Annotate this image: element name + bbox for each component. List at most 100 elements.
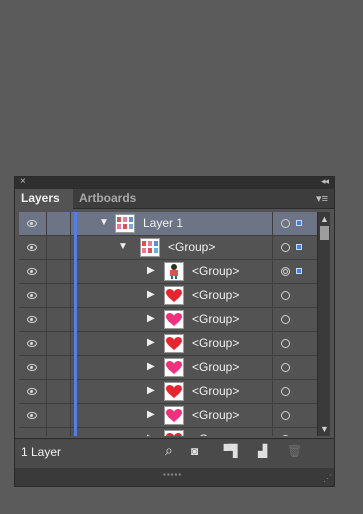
- target-circle-icon[interactable]: [281, 267, 290, 276]
- target-cell[interactable]: [272, 404, 317, 427]
- panel-menu-icon[interactable]: ▾≡: [316, 192, 328, 205]
- visibility-toggle[interactable]: [19, 284, 47, 307]
- target-cell[interactable]: [272, 212, 317, 235]
- layer-name[interactable]: <Group>: [192, 336, 239, 350]
- target-cell[interactable]: [272, 260, 317, 283]
- expand-right-icon[interactable]: ▶: [147, 313, 155, 324]
- target-cell[interactable]: [272, 284, 317, 307]
- lock-toggle[interactable]: [47, 332, 71, 355]
- layer-count: 1 Layer: [21, 445, 62, 459]
- layer-color-bar: [74, 356, 77, 380]
- layer-row[interactable]: ▶ <Group>: [19, 380, 317, 404]
- lock-toggle[interactable]: [47, 260, 71, 283]
- create-sublayer-icon[interactable]: ▝▜: [219, 444, 237, 458]
- vertical-scrollbar[interactable]: ▲ ▼: [317, 212, 330, 436]
- heart-shape: [166, 409, 182, 422]
- layer-name[interactable]: <Group>: [192, 360, 239, 374]
- selection-indicator-icon[interactable]: [296, 268, 302, 274]
- layer-name[interactable]: <Group>: [168, 240, 215, 254]
- expand-right-icon[interactable]: ▶: [147, 361, 155, 372]
- panel-resize-grip[interactable]: ▪▪▪▪▪ ⋰: [15, 468, 334, 486]
- target-cell[interactable]: [272, 356, 317, 379]
- layer-name[interactable]: <Group>: [192, 264, 239, 278]
- layer-color-bar: [74, 236, 77, 260]
- lock-toggle[interactable]: [47, 404, 71, 427]
- eye-icon: [27, 388, 37, 395]
- scroll-up-icon[interactable]: ▲: [320, 214, 329, 224]
- expand-right-icon[interactable]: ▶: [147, 337, 155, 348]
- layer-name[interactable]: Layer 1: [143, 216, 183, 230]
- target-cell[interactable]: [272, 380, 317, 403]
- tab-layers[interactable]: Layers: [15, 189, 73, 209]
- lock-toggle[interactable]: [47, 356, 71, 379]
- scroll-thumb[interactable]: [320, 226, 329, 240]
- visibility-toggle[interactable]: [19, 356, 47, 379]
- expand-right-icon[interactable]: ▶: [147, 385, 155, 396]
- tab-artboards[interactable]: Artboards: [73, 189, 142, 209]
- layer-row[interactable]: ▶ <Group>: [19, 356, 317, 380]
- layer-name[interactable]: <Group>: [192, 384, 239, 398]
- expand-right-icon[interactable]: ▶: [147, 265, 155, 276]
- lock-toggle[interactable]: [47, 428, 71, 436]
- expand-down-icon[interactable]: ▼: [99, 217, 109, 228]
- layer-row[interactable]: ▶ <Group>: [19, 428, 317, 436]
- visibility-toggle[interactable]: [19, 380, 47, 403]
- lock-toggle[interactable]: [47, 380, 71, 403]
- layer-row[interactable]: ▼ Layer 1: [19, 212, 317, 236]
- layer-row[interactable]: ▶ <Group>: [19, 404, 317, 428]
- target-circle-icon[interactable]: [281, 339, 290, 348]
- target-circle-icon[interactable]: [281, 435, 290, 436]
- group-art: [142, 241, 158, 253]
- layer-color-bar: [74, 380, 77, 404]
- layer-row[interactable]: ▶ <Group>: [19, 308, 317, 332]
- target-circle-icon[interactable]: [281, 291, 290, 300]
- figure-art: [170, 264, 178, 279]
- layer-name[interactable]: <Group>: [192, 288, 239, 302]
- target-cell[interactable]: [272, 428, 317, 436]
- target-cell[interactable]: [272, 308, 317, 331]
- lock-toggle[interactable]: [47, 308, 71, 331]
- layer-row[interactable]: ▼ <Group>: [19, 236, 317, 260]
- visibility-toggle[interactable]: [19, 212, 47, 235]
- layer-name[interactable]: <Group>: [192, 432, 239, 436]
- create-new-layer-icon[interactable]: ▟: [258, 444, 267, 458]
- selection-indicator-icon[interactable]: [296, 220, 302, 226]
- close-icon[interactable]: ×: [20, 176, 26, 187]
- selection-indicator-icon[interactable]: [296, 244, 302, 250]
- resize-corner-icon[interactable]: ⋰: [323, 473, 332, 484]
- visibility-toggle[interactable]: [19, 236, 47, 259]
- visibility-toggle[interactable]: [19, 404, 47, 427]
- delete-icon[interactable]: 🗑: [287, 444, 302, 458]
- make-clipping-mask-icon[interactable]: ◙: [191, 444, 198, 458]
- layer-color-bar: [74, 212, 77, 236]
- layer-row[interactable]: ▶ <Group>: [19, 332, 317, 356]
- locate-object-icon[interactable]: ⌕: [165, 442, 173, 459]
- visibility-toggle[interactable]: [19, 260, 47, 283]
- target-circle-icon[interactable]: [281, 243, 290, 252]
- layer-row[interactable]: ▶ <Group>: [19, 260, 317, 284]
- target-circle-icon[interactable]: [281, 315, 290, 324]
- expand-right-icon[interactable]: ▶: [147, 433, 155, 436]
- target-circle-icon[interactable]: [281, 387, 290, 396]
- red-heart-icon: [164, 286, 184, 305]
- expand-right-icon[interactable]: ▶: [147, 409, 155, 420]
- visibility-toggle[interactable]: [19, 308, 47, 331]
- layer-name[interactable]: <Group>: [192, 312, 239, 326]
- lock-toggle[interactable]: [47, 236, 71, 259]
- target-cell[interactable]: [272, 236, 317, 259]
- scroll-down-icon[interactable]: ▼: [320, 424, 329, 434]
- lock-toggle[interactable]: [47, 284, 71, 307]
- visibility-toggle[interactable]: [19, 332, 47, 355]
- heart-shape: [166, 313, 182, 326]
- target-cell[interactable]: [272, 332, 317, 355]
- target-circle-icon[interactable]: [281, 219, 290, 228]
- expand-right-icon[interactable]: ▶: [147, 289, 155, 300]
- collapse-icon[interactable]: ◂◂: [321, 176, 329, 187]
- expand-down-icon[interactable]: ▼: [118, 241, 128, 252]
- layer-row[interactable]: ▶ <Group>: [19, 284, 317, 308]
- target-circle-icon[interactable]: [281, 363, 290, 372]
- layer-name[interactable]: <Group>: [192, 408, 239, 422]
- visibility-toggle[interactable]: [19, 428, 47, 436]
- target-circle-icon[interactable]: [281, 411, 290, 420]
- lock-toggle[interactable]: [47, 212, 71, 235]
